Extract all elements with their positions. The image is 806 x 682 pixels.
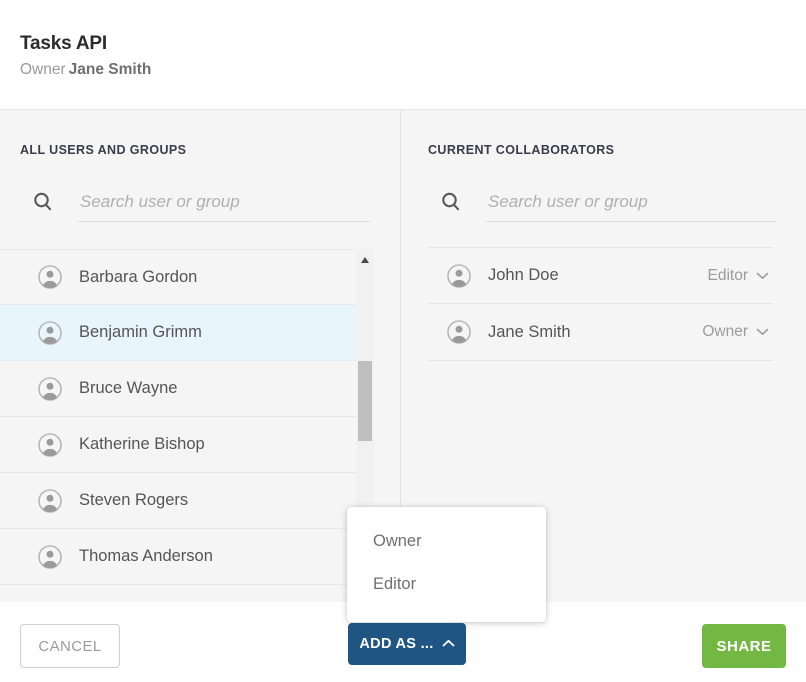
- page-title: Tasks API: [20, 33, 107, 54]
- menu-item-owner[interactable]: Owner: [373, 532, 422, 551]
- user-list-item[interactable]: Katherine Bishop: [0, 417, 356, 473]
- menu-item-editor[interactable]: Editor: [373, 575, 416, 594]
- user-name: Katherine Bishop: [79, 435, 205, 453]
- search-input-collaborators[interactable]: [488, 184, 773, 220]
- avatar: [447, 320, 471, 344]
- search-icon: [32, 191, 54, 213]
- user-list-item[interactable]: Steven Rogers: [0, 473, 356, 529]
- avatar: [447, 263, 471, 288]
- current-collaborators-section-title: CURRENT COLLABORATORS: [428, 143, 615, 157]
- avatar: [38, 432, 62, 457]
- user-list-item[interactable]: Bruce Wayne: [0, 361, 356, 417]
- user-list-item[interactable]: Barbara Gordon: [0, 249, 356, 305]
- chevron-down-icon: [756, 267, 769, 285]
- search-icon: [440, 191, 462, 213]
- search-underline: [78, 221, 370, 222]
- collaborators-list: John Doe Editor Jane Smith Owner: [428, 247, 773, 361]
- user-name: Barbara Gordon: [79, 267, 198, 286]
- cancel-button[interactable]: CANCEL: [20, 624, 120, 668]
- user-name: Benjamin Grimm: [79, 323, 202, 341]
- owner-name: Jane Smith: [68, 61, 152, 78]
- avatar: [38, 376, 62, 401]
- chevron-up-icon: [442, 636, 455, 652]
- collaborator-role-value: Owner: [702, 323, 748, 340]
- add-as-label: ADD AS ...: [359, 636, 434, 652]
- dialog-header: Tasks API Owner Jane Smith: [0, 0, 806, 110]
- avatar: [38, 265, 62, 289]
- avatar: [38, 488, 62, 513]
- chevron-down-icon: [756, 323, 769, 341]
- owner-label: Owner: [20, 61, 66, 78]
- search-underline: [486, 221, 775, 222]
- add-as-button[interactable]: ADD AS ...: [348, 623, 466, 665]
- collaborator-role-value: Editor: [707, 266, 749, 284]
- all-users-list[interactable]: Barbara Gordon Benjamin Grimm Bruce Wayne K…: [0, 249, 356, 602]
- collaborator-role-select[interactable]: Editor: [708, 267, 770, 285]
- all-users-search-row: [22, 184, 370, 222]
- all-users-and-groups-panel: ALL USERS AND GROUPS Barbara Gordon Benja…: [0, 110, 400, 602]
- share-button[interactable]: SHARE: [702, 624, 786, 668]
- scrollbar-thumb[interactable]: [358, 361, 372, 441]
- collaborators-search-row: [430, 184, 775, 222]
- avatar: [38, 544, 62, 569]
- collaborator-name: John Doe: [488, 266, 559, 284]
- search-input-all-users[interactable]: [80, 184, 368, 220]
- collaborator-row: John Doe Editor: [428, 247, 773, 304]
- user-list-item[interactable]: Benjamin Grimm: [0, 305, 356, 361]
- user-name: Steven Rogers: [79, 491, 189, 509]
- collaborator-role-select[interactable]: Owner: [702, 323, 769, 341]
- user-list-item[interactable]: Thomas Anderson: [0, 529, 356, 585]
- owner-line: Owner Jane Smith: [20, 61, 151, 79]
- user-name: Thomas Anderson: [79, 547, 213, 565]
- scroll-up-arrow-icon[interactable]: [356, 253, 374, 267]
- add-as-role-menu[interactable]: Owner Editor: [347, 507, 546, 622]
- all-users-section-title: ALL USERS AND GROUPS: [20, 143, 187, 157]
- collaborator-row: Jane Smith Owner: [428, 304, 773, 361]
- collaborator-name: Jane Smith: [488, 322, 571, 341]
- user-name: Bruce Wayne: [79, 379, 178, 397]
- avatar: [38, 320, 62, 345]
